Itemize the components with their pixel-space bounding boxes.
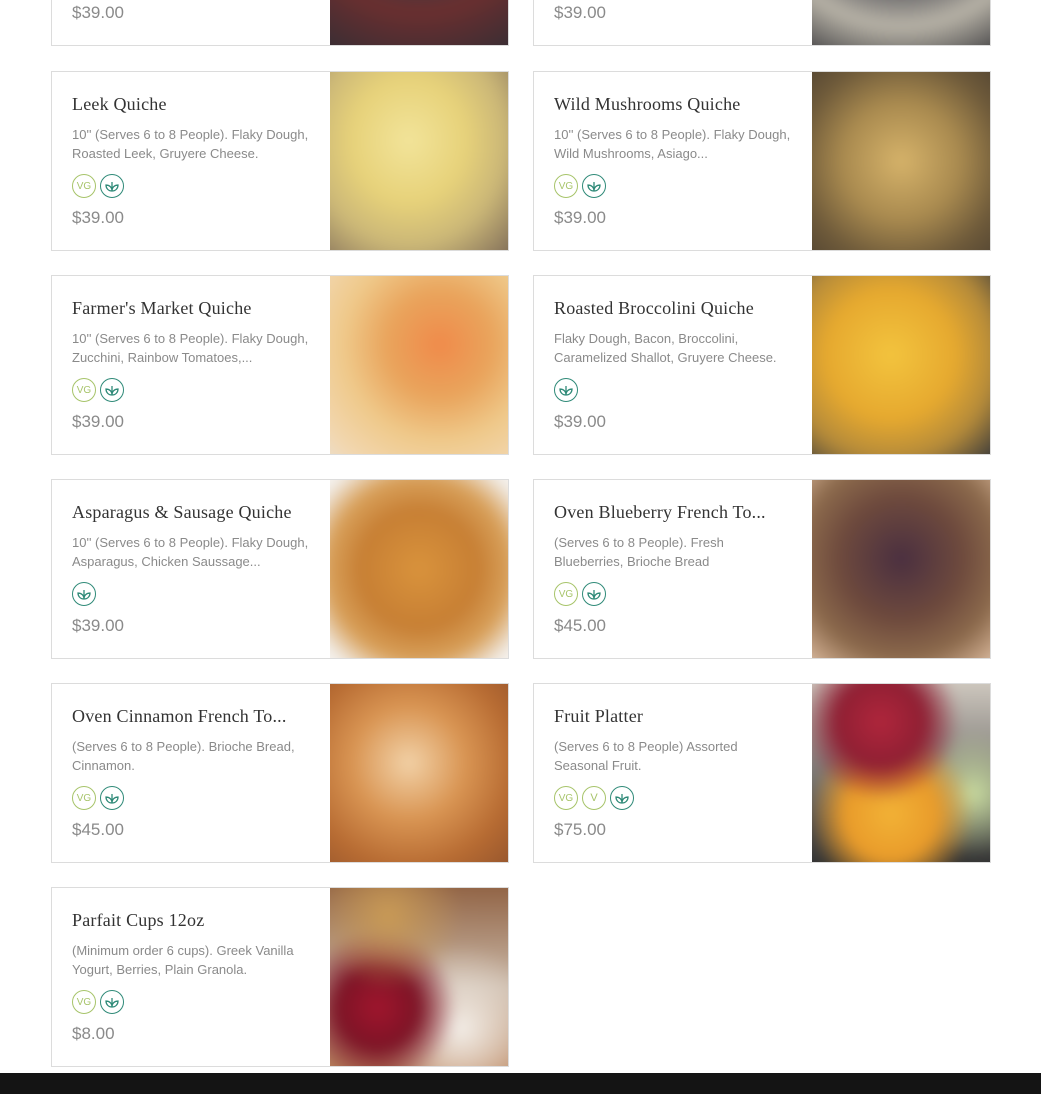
- dietary-badges: VG V: [554, 786, 634, 810]
- leaf-icon: [72, 582, 96, 606]
- menu-item-description: (Serves 6 to 8 People). Fresh Blueberrie…: [554, 535, 724, 569]
- menu-item-info: Oven Blueberry French To... (Serves 6 to…: [554, 480, 796, 658]
- vegetarian-badge-icon: VG: [72, 990, 96, 1014]
- vegetarian-badge-icon: VG: [72, 786, 96, 810]
- menu-item-title: Roasted Broccolini Quiche: [554, 298, 754, 318]
- menu-item-price: $8.00: [72, 1024, 115, 1043]
- menu-item-card-asparagus-sausage-quiche[interactable]: Asparagus & Sausage Quiche 10'' (Serves …: [51, 479, 509, 659]
- leaf-icon: [100, 990, 124, 1014]
- menu-item-price: $39.00: [72, 3, 124, 22]
- dietary-badges: VG: [72, 786, 124, 810]
- menu-item-card-parfait-cups[interactable]: Parfait Cups 12oz (Minimum order 6 cups)…: [51, 887, 509, 1067]
- menu-item-price: $39.00: [554, 3, 606, 22]
- farmers-market-quiche-image: [330, 276, 508, 454]
- vegetarian-badge-icon: VG: [554, 174, 578, 198]
- dietary-badges: VG: [72, 378, 124, 402]
- menu-item-title: Fruit Platter: [554, 706, 644, 726]
- menu-item-info: $39.00: [72, 0, 314, 45]
- menu-item-price: $45.00: [72, 820, 124, 839]
- menu-item-card-fruit-platter[interactable]: Fruit Platter (Serves 6 to 8 People) Ass…: [533, 683, 991, 863]
- menu-item-price: $39.00: [554, 208, 606, 227]
- menu-item-card-leek-quiche[interactable]: Leek Quiche 10'' (Serves 6 to 8 People).…: [51, 71, 509, 251]
- menu-item-description: 10'' (Serves 6 to 8 People). Flaky Dough…: [72, 127, 309, 161]
- vegetarian-badge-icon: VG: [72, 174, 96, 198]
- menu-item-info: Parfait Cups 12oz (Minimum order 6 cups)…: [72, 888, 314, 1066]
- footer-bar: [0, 1073, 1041, 1094]
- menu-item-title: Asparagus & Sausage Quiche: [72, 502, 292, 522]
- leek-quiche-image: [330, 72, 508, 250]
- menu-item-card-roasted-broccolini-quiche[interactable]: Roasted Broccolini Quiche Flaky Dough, B…: [533, 275, 991, 455]
- menu-item-price: $75.00: [554, 820, 606, 839]
- leaf-icon: [582, 174, 606, 198]
- menu-item-description: 10'' (Serves 6 to 8 People). Flaky Dough…: [72, 331, 309, 365]
- menu-item-info: Farmer's Market Quiche 10'' (Serves 6 to…: [72, 276, 314, 454]
- menu-item-info: Oven Cinnamon French To... (Serves 6 to …: [72, 684, 314, 862]
- menu-item-card-wild-mushrooms-quiche[interactable]: Wild Mushrooms Quiche 10'' (Serves 6 to …: [533, 71, 991, 251]
- menu-item-price: $39.00: [72, 208, 124, 227]
- menu-item-description: Flaky Dough, Bacon, Broccolini, Carameli…: [554, 331, 777, 365]
- menu-item-title: Farmer's Market Quiche: [72, 298, 252, 318]
- dietary-badges: VG: [72, 990, 124, 1014]
- leaf-icon: [100, 378, 124, 402]
- dietary-badges: VG: [554, 582, 606, 606]
- menu-item-info: Wild Mushrooms Quiche 10'' (Serves 6 to …: [554, 72, 796, 250]
- parfait-cups-image: [330, 888, 508, 1066]
- menu-item-card-oven-blueberry-french-toast[interactable]: Oven Blueberry French To... (Serves 6 to…: [533, 479, 991, 659]
- menu-item-description: 10'' (Serves 6 to 8 People). Flaky Dough…: [72, 535, 309, 569]
- menu-item-description: 10'' (Serves 6 to 8 People). Flaky Dough…: [554, 127, 791, 161]
- menu-item-info: $39.00: [554, 0, 796, 45]
- roasted-broccolini-quiche-image: [812, 276, 990, 454]
- menu-item-info: Leek Quiche 10'' (Serves 6 to 8 People).…: [72, 72, 314, 250]
- leaf-icon: [100, 786, 124, 810]
- menu-item-title: Oven Cinnamon French To...: [72, 706, 287, 726]
- menu-item-description: (Serves 6 to 8 People) Assorted Seasonal…: [554, 739, 738, 773]
- menu-item-price: $39.00: [72, 616, 124, 635]
- menu-item-info: Roasted Broccolini Quiche Flaky Dough, B…: [554, 276, 796, 454]
- menu-item-photo: [812, 0, 990, 45]
- menu-item-price: $39.00: [554, 412, 606, 431]
- menu-item-title: Wild Mushrooms Quiche: [554, 94, 741, 114]
- menu-item-price: $45.00: [554, 616, 606, 635]
- menu-item-card-farmers-market-quiche[interactable]: Farmer's Market Quiche 10'' (Serves 6 to…: [51, 275, 509, 455]
- menu-item-description: (Minimum order 6 cups). Greek Vanilla Yo…: [72, 943, 294, 977]
- leaf-icon: [554, 378, 578, 402]
- vegetarian-badge-icon: VG: [72, 378, 96, 402]
- dietary-badges: [72, 582, 96, 606]
- leaf-icon: [100, 174, 124, 198]
- menu-item-info: Asparagus & Sausage Quiche 10'' (Serves …: [72, 480, 314, 658]
- vegetarian-badge-icon: VG: [554, 786, 578, 810]
- menu-item-info: Fruit Platter (Serves 6 to 8 People) Ass…: [554, 684, 796, 862]
- fruit-platter-image: [812, 684, 990, 862]
- menu-item-title: Parfait Cups 12oz: [72, 910, 205, 930]
- dietary-badges: [554, 378, 578, 402]
- dietary-badges: VG: [554, 174, 606, 198]
- menu-item-card-oven-cinnamon-french-toast[interactable]: Oven Cinnamon French To... (Serves 6 to …: [51, 683, 509, 863]
- vegetarian-badge-icon: VG: [554, 582, 578, 606]
- menu-item-photo: [330, 0, 508, 45]
- menu-item-description: (Serves 6 to 8 People). Brioche Bread, C…: [72, 739, 295, 773]
- menu-item-card[interactable]: $39.00: [533, 0, 991, 46]
- wild-mushrooms-quiche-image: [812, 72, 990, 250]
- menu-item-title: Oven Blueberry French To...: [554, 502, 766, 522]
- menu-item-price: $39.00: [72, 412, 124, 431]
- menu-item-card[interactable]: $39.00: [51, 0, 509, 46]
- asparagus-sausage-quiche-image: [330, 480, 508, 658]
- leaf-icon: [610, 786, 634, 810]
- oven-blueberry-french-toast-image: [812, 480, 990, 658]
- oven-cinnamon-french-toast-image: [330, 684, 508, 862]
- dietary-badges: VG: [72, 174, 124, 198]
- leaf-icon: [582, 582, 606, 606]
- menu-item-title: Leek Quiche: [72, 94, 167, 114]
- menu-grid: $39.00 $39.00 Leek Quiche 10'' (Serves 6…: [0, 0, 1041, 1073]
- vegan-badge-icon: V: [582, 786, 606, 810]
